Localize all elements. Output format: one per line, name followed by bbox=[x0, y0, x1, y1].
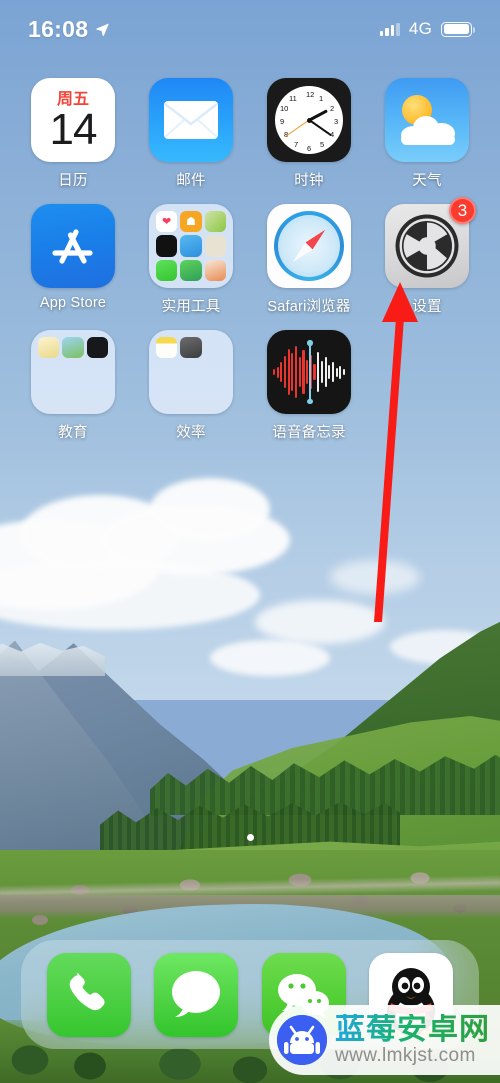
folder-efficiency[interactable]: 效率 bbox=[132, 330, 250, 442]
app-label-utilities: 实用工具 bbox=[161, 299, 221, 315]
app-label-weather: 天气 bbox=[412, 173, 442, 189]
mini-icon-files bbox=[180, 235, 202, 257]
playhead-glyph bbox=[307, 340, 312, 404]
app-icon-app-store[interactable]: App Store bbox=[14, 204, 132, 316]
app-label-clock: 时钟 bbox=[294, 173, 324, 189]
folder-mini-grid bbox=[38, 337, 108, 407]
app-icon-settings[interactable]: 3 设置 bbox=[368, 197, 486, 316]
status-bar-right: 4G bbox=[379, 19, 475, 39]
mini-icon-edu-1 bbox=[38, 337, 60, 359]
wallpaper-cloud bbox=[255, 600, 385, 644]
app-store-icon-wrap[interactable] bbox=[31, 204, 115, 288]
app-icon-mail[interactable]: 邮件 bbox=[132, 78, 250, 190]
app-label-app-store: App Store bbox=[39, 295, 107, 311]
clock-minute-hand bbox=[308, 119, 332, 137]
app-label-safari: Safari浏览器 bbox=[267, 299, 351, 315]
mini-icon-health: ❤ bbox=[156, 211, 178, 233]
app-icon-voice-memos[interactable]: 语音备忘录 bbox=[250, 330, 368, 442]
cloud-glyph bbox=[401, 114, 455, 145]
mini-icon-findmy bbox=[180, 259, 202, 281]
utilities-folder-wrap[interactable]: ❤ ☗ bbox=[149, 204, 233, 288]
watermark: 蓝莓安卓网 www.lmkjst.com bbox=[269, 1005, 500, 1075]
folder-icon[interactable] bbox=[31, 330, 115, 414]
carrier-label: 4G bbox=[408, 19, 432, 38]
phone-handset-glyph bbox=[69, 972, 105, 1010]
efficiency-folder-wrap[interactable] bbox=[149, 330, 233, 414]
watermark-site-name: 蓝莓安卓网 bbox=[335, 1012, 490, 1046]
voice-memos-icon-wrap[interactable] bbox=[267, 330, 351, 414]
page-dot[interactable] bbox=[246, 834, 254, 841]
mini-icon-compass bbox=[204, 235, 226, 257]
watermark-text: 蓝莓安卓网 www.lmkjst.com bbox=[335, 1014, 490, 1066]
wallpaper-cloud bbox=[330, 560, 420, 594]
mini-icon-watch bbox=[156, 235, 178, 257]
mini-icon-misc bbox=[204, 259, 226, 281]
app-icon-clock[interactable]: 12 1 2 3 4 5 6 7 8 9 10 11 bbox=[250, 78, 368, 190]
folder-icon[interactable]: ❤ ☗ bbox=[149, 204, 233, 288]
wallpaper-cloud bbox=[210, 640, 330, 676]
folder-mini-grid: ❤ ☗ bbox=[156, 211, 226, 281]
android-robot-glyph bbox=[277, 1015, 327, 1065]
app-icon-weather[interactable]: 天气 bbox=[368, 78, 486, 190]
speech-bubble-glyph bbox=[172, 970, 221, 1017]
mini-icon-notes bbox=[156, 337, 178, 359]
app-label-calendar: 日历 bbox=[58, 173, 88, 189]
mail-icon-wrap[interactable] bbox=[149, 78, 233, 162]
location-arrow-icon bbox=[96, 23, 110, 36]
compass-glyph bbox=[274, 211, 344, 281]
mail-icon[interactable] bbox=[149, 78, 233, 162]
status-bar-left: 16:08 bbox=[28, 16, 110, 43]
weather-icon[interactable] bbox=[385, 78, 469, 162]
app-label-education: 教育 bbox=[58, 425, 88, 441]
safari-icon-wrap[interactable] bbox=[267, 204, 351, 288]
status-time: 16:08 bbox=[28, 15, 89, 42]
app-icon-calendar[interactable]: 周五 14 日历 bbox=[14, 78, 132, 190]
app-label-efficiency: 效率 bbox=[176, 425, 206, 441]
voice-memos-icon[interactable] bbox=[267, 330, 351, 414]
calendar-icon-wrap[interactable]: 周五 14 bbox=[31, 78, 115, 162]
folder-mini-grid bbox=[156, 337, 226, 407]
envelope-glyph bbox=[164, 101, 218, 139]
wallpaper-cloud bbox=[150, 478, 270, 540]
weather-icon-wrap[interactable] bbox=[385, 78, 469, 162]
safari-icon[interactable] bbox=[267, 204, 351, 288]
battery-full-icon bbox=[441, 21, 475, 37]
calendar-icon[interactable]: 周五 14 bbox=[31, 78, 115, 162]
clock-pivot bbox=[306, 117, 312, 123]
compass-needle bbox=[284, 221, 334, 271]
page-indicator[interactable] bbox=[0, 834, 500, 841]
mini-icon-shortcuts bbox=[204, 211, 226, 233]
education-folder-wrap[interactable] bbox=[31, 330, 115, 414]
clock-second-hand bbox=[284, 119, 310, 138]
mini-icon-facetime bbox=[156, 259, 178, 281]
calendar-day-number: 14 bbox=[49, 104, 98, 154]
status-badge: 3 bbox=[449, 197, 476, 224]
app-label-settings: 设置 bbox=[412, 299, 442, 315]
mini-icon-camera bbox=[180, 337, 202, 359]
signal-bars-icon bbox=[379, 22, 400, 36]
mini-icon-edu-3 bbox=[86, 337, 108, 359]
mini-icon-home: ☗ bbox=[180, 211, 202, 233]
app-store-glyph bbox=[52, 229, 93, 264]
app-label-mail: 邮件 bbox=[176, 173, 206, 189]
folder-education[interactable]: 教育 bbox=[14, 330, 132, 442]
messages-icon[interactable] bbox=[154, 952, 239, 1037]
app-store-icon[interactable] bbox=[31, 204, 115, 288]
app-icon-safari[interactable]: Safari浏览器 bbox=[250, 204, 368, 316]
clock-icon-wrap[interactable]: 12 1 2 3 4 5 6 7 8 9 10 11 bbox=[267, 78, 351, 162]
app-grid: 周五 14 日历 邮件 12 1 2 3 4 5 6 7 9 10 11 时钟 … bbox=[0, 78, 500, 442]
android-robot-icon bbox=[277, 1015, 327, 1065]
watermark-url: www.lmkjst.com bbox=[335, 1045, 476, 1067]
clock-icon[interactable]: 12 1 2 3 4 5 6 7 8 9 10 11 bbox=[267, 78, 351, 162]
settings-icon-wrap[interactable]: 3 bbox=[385, 197, 476, 288]
mini-icon-edu-2 bbox=[62, 337, 84, 359]
folder-utilities[interactable]: ❤ ☗ 实用工具 bbox=[132, 204, 250, 316]
status-bar: 16:08 4G bbox=[0, 0, 500, 58]
folder-icon[interactable] bbox=[149, 330, 233, 414]
gear-glyph bbox=[395, 214, 459, 278]
phone-icon[interactable] bbox=[46, 952, 131, 1037]
clock-face: 12 1 2 3 4 5 6 7 8 9 10 11 bbox=[275, 86, 343, 154]
app-label-voice-memos: 语音备忘录 bbox=[272, 425, 346, 441]
